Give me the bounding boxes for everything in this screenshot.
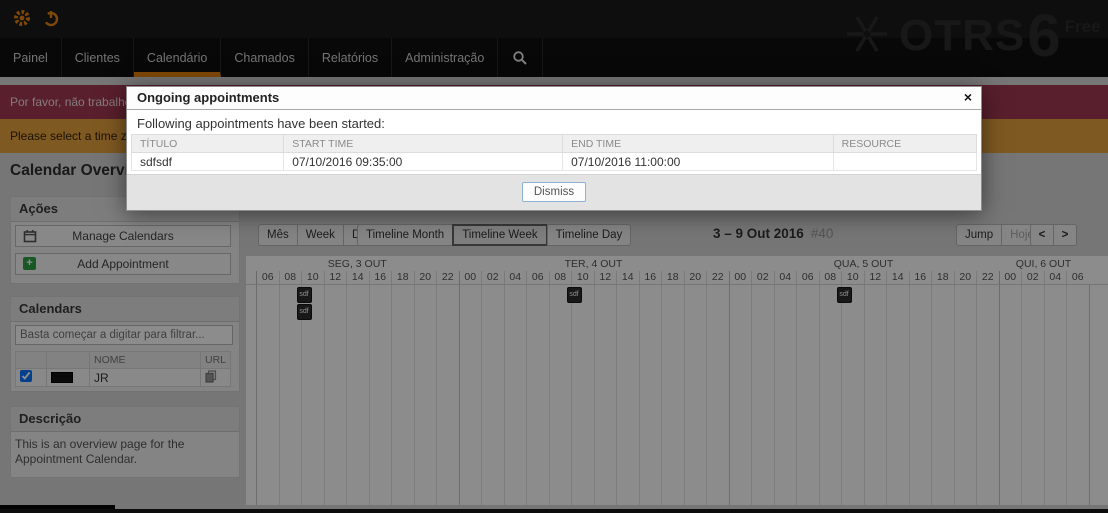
start-time-column-header: START TIME	[284, 135, 563, 153]
ongoing-appointments-dialog: Ongoing appointments × Following appoint…	[126, 86, 982, 211]
appointments-table: TÍTULO START TIME END TIME RESOURCE sdfs…	[131, 134, 977, 171]
close-icon[interactable]: ×	[964, 87, 972, 108]
appointment-end-cell: 07/10/2016 11:00:00	[563, 153, 834, 171]
resource-column-header: RESOURCE	[833, 135, 976, 153]
appointment-resource-cell	[833, 153, 976, 171]
dismiss-button[interactable]: Dismiss	[522, 182, 586, 202]
appointment-title-cell: sdfsdf	[132, 153, 284, 171]
modal-dim-overlay	[0, 0, 1108, 513]
dialog-intro-text: Following appointments have been started…	[137, 116, 385, 131]
dialog-header: Ongoing appointments ×	[127, 87, 981, 110]
appointment-start-cell: 07/10/2016 09:35:00	[284, 153, 563, 171]
dialog-title: Ongoing appointments	[137, 87, 279, 109]
end-time-column-header: END TIME	[563, 135, 834, 153]
appointments-table-header-row: TÍTULO START TIME END TIME RESOURCE	[132, 135, 977, 153]
titulo-column-header: TÍTULO	[132, 135, 284, 153]
appointment-row[interactable]: sdfsdf 07/10/2016 09:35:00 07/10/2016 11…	[132, 153, 977, 171]
dialog-footer: Dismiss	[127, 174, 981, 210]
otrs-calendar-screen: Painel Clientes Calendário Chamados Rela…	[0, 0, 1108, 513]
